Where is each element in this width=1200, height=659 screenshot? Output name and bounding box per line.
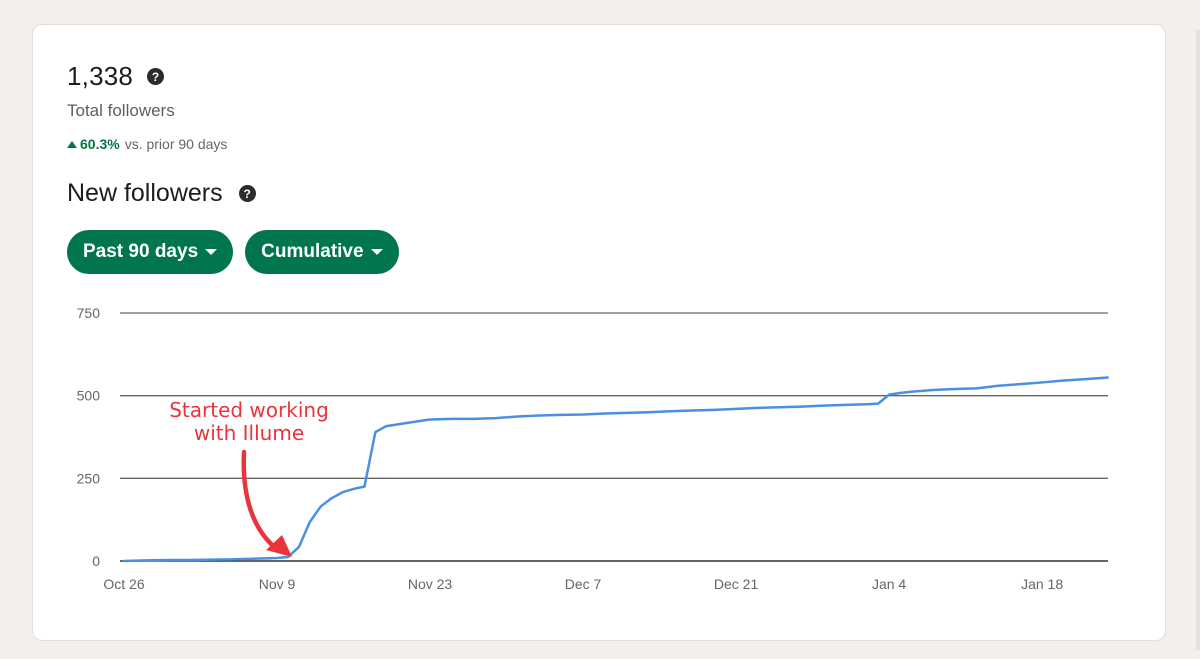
x-tick-label: Dec 21: [714, 576, 759, 592]
annotation-arrow-head: [266, 535, 292, 557]
y-tick-label: 750: [77, 305, 101, 321]
annotation-arrow: [241, 449, 281, 553]
y-tick-label: 0: [92, 553, 100, 569]
x-tick-label: Jan 18: [1021, 576, 1063, 592]
x-tick-label: Nov 23: [408, 576, 453, 592]
x-tick-label: Nov 9: [259, 576, 296, 592]
followers-chart: 750 500 250 0Oct 26 Nov 9 Nov 23 Dec 7 Dec 21 Ja…: [77, 305, 1109, 592]
x-tick-label: Oct 26: [103, 576, 144, 592]
annotation-text: Started working: [169, 398, 329, 422]
annotation-text: with Illume: [194, 421, 304, 445]
y-tick-label: 250: [77, 470, 101, 486]
x-tick-label: Dec 7: [565, 576, 602, 592]
x-tick-label: Jan 4: [872, 576, 906, 592]
y-tick-label: 500: [77, 388, 101, 404]
